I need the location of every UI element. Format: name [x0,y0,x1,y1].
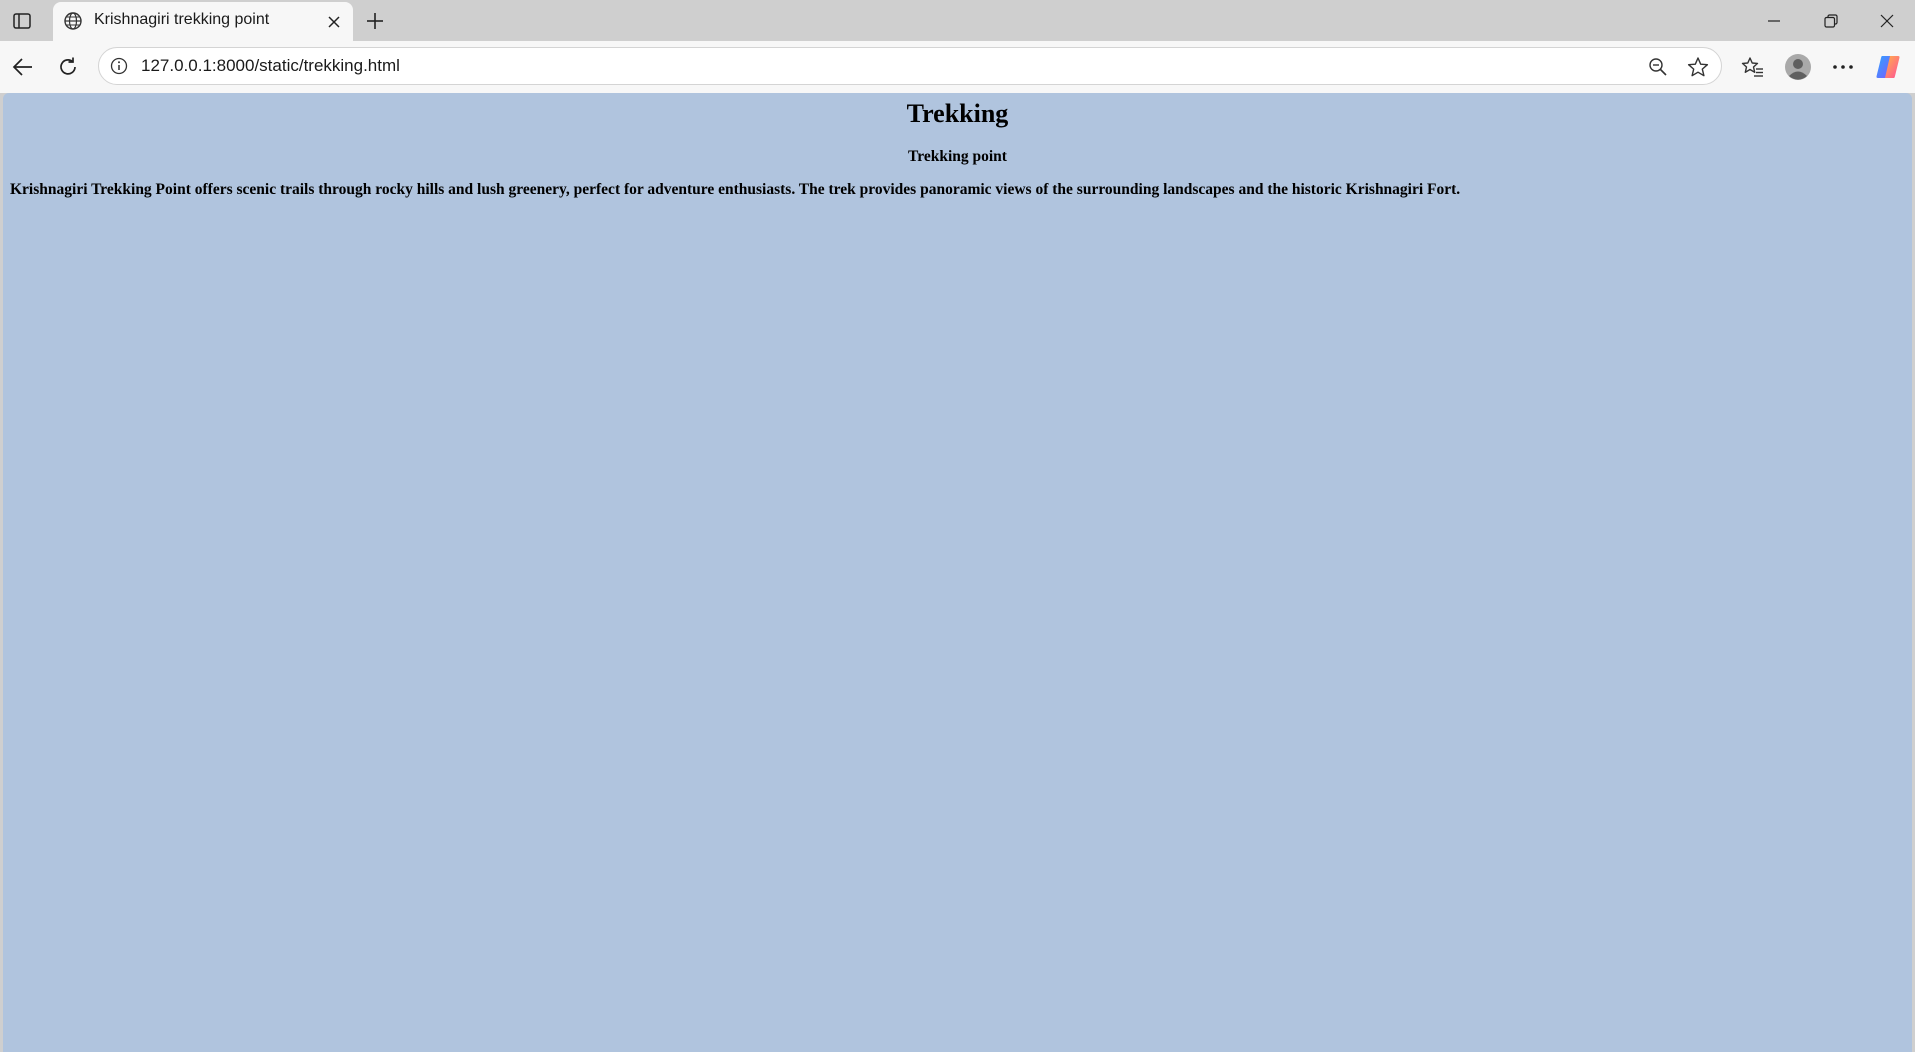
browser-window: Krishnagiri trekking point 127.0.0.1:800… [0,0,1915,1052]
reload-button[interactable] [52,51,84,83]
plus-icon [367,13,383,29]
star-icon[interactable] [1686,55,1710,79]
window-close-button[interactable] [1859,0,1915,41]
sidebar-toggle-icon[interactable] [9,9,35,33]
copilot-icon [1876,56,1900,78]
address-bar[interactable]: 127.0.0.1:8000/static/trekking.html [98,47,1722,85]
copilot-button[interactable] [1872,51,1904,83]
globe-icon [62,10,84,32]
minimize-icon [1768,19,1780,22]
back-arrow-icon [12,58,32,76]
page-description: Krishnagiri Trekking Point offers scenic… [10,181,1461,198]
zoom-out-icon[interactable] [1646,55,1670,79]
profile-button[interactable] [1782,51,1814,83]
restore-button[interactable] [1803,0,1859,41]
page-subtitle: Trekking point [908,148,1007,165]
back-button[interactable] [7,51,39,83]
minimize-button[interactable] [1746,0,1802,41]
tab-strip: Krishnagiri trekking point [0,0,1915,41]
reload-icon [60,57,76,75]
active-tab[interactable]: Krishnagiri trekking point [53,2,353,41]
close-icon[interactable] [323,11,345,33]
favorites-icon [1741,57,1763,77]
page-title: Trekking [906,99,1009,128]
page-viewport: Trekking Trekking point Krishnagiri Trek… [3,93,1912,1052]
restore-icon [1824,13,1838,28]
tab-title: Krishnagiri trekking point [94,11,270,28]
close-icon [1880,14,1894,27]
new-tab-button[interactable] [361,7,389,35]
info-icon[interactable] [109,56,129,76]
url-text[interactable]: 127.0.0.1:8000/static/trekking.html [141,56,400,76]
avatar-icon [1785,54,1811,80]
favorites-button[interactable] [1737,51,1769,83]
more-button[interactable] [1827,51,1859,83]
more-icon [1833,65,1853,69]
browser-toolbar: 127.0.0.1:8000/static/trekking.html [0,41,1915,93]
